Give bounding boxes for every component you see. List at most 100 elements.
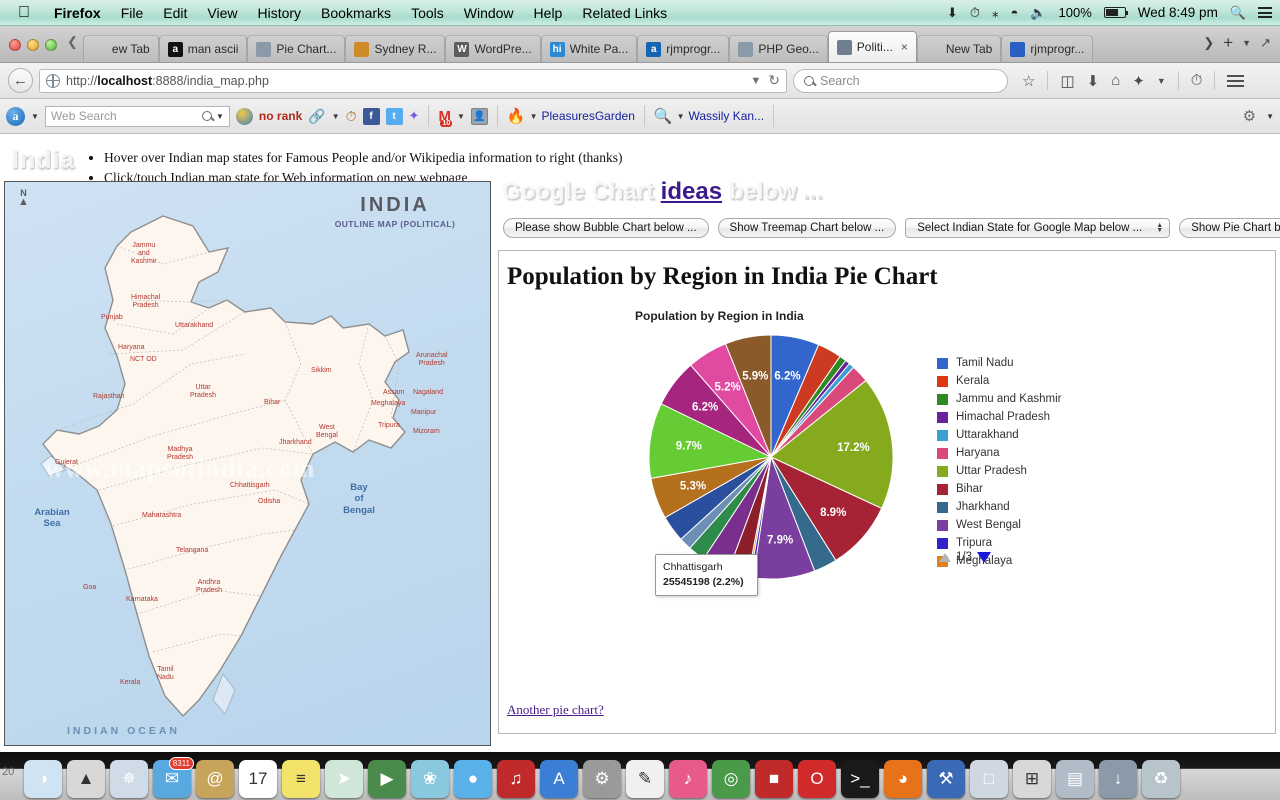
dock-icon-xcode[interactable]: ⚒ xyxy=(927,760,965,798)
browser-tab[interactable]: a rjmprogr... xyxy=(637,35,730,62)
menu-item-view[interactable]: View xyxy=(197,5,247,21)
spotlight-search-icon[interactable]: 🔍 xyxy=(1230,6,1246,19)
dock-icon-messages[interactable]: ● xyxy=(454,760,492,798)
browser-tab[interactable]: PHP Geo... xyxy=(729,35,828,62)
another-pie-chart-link[interactable]: Another pie chart? xyxy=(507,702,604,718)
wassily-chevron-down-icon[interactable]: ▼ xyxy=(677,112,685,121)
new-tab-button[interactable]: + xyxy=(1223,34,1233,51)
gear-icon[interactable]: ⚙ xyxy=(1243,107,1256,125)
volume-icon[interactable]: 🔈 xyxy=(1030,6,1046,19)
dock-icon-facetime[interactable]: ▶ xyxy=(368,760,406,798)
browser-tab[interactable]: Sydney R... xyxy=(345,35,446,62)
pie-chart-button[interactable]: Show Pie Chart below ... xyxy=(1179,218,1280,238)
download-icon[interactable]: ⬇ xyxy=(947,6,958,19)
dock-icon-trash[interactable]: ♻ xyxy=(1142,760,1180,798)
dock-icon-mail[interactable]: ✉ 8311 xyxy=(153,757,194,798)
downloads-icon[interactable]: ⬇ xyxy=(1087,72,1100,90)
pleasuresgarden-chevron-down-icon[interactable]: ▼ xyxy=(530,112,538,121)
fullscreen-icon[interactable]: ↗ xyxy=(1260,35,1271,51)
pocket-icon[interactable]: ✦ xyxy=(1132,72,1145,90)
dock-icon-photos[interactable]: ❀ xyxy=(411,760,449,798)
dock-icon-downloads-stack[interactable]: ↓ xyxy=(1099,760,1137,798)
gear-chevron-down-icon[interactable]: ▼ xyxy=(1266,112,1274,121)
minimize-window-button[interactable] xyxy=(27,39,39,51)
menu-item-edit[interactable]: Edit xyxy=(153,5,197,21)
browser-tab[interactable]: Pie Chart... xyxy=(247,35,346,62)
dock-icon-contacts[interactable]: @ xyxy=(196,760,234,798)
map-state-label[interactable]: Manipur xyxy=(411,409,436,417)
contacts-icon[interactable]: 👤 xyxy=(470,107,488,125)
dock-icon-safari[interactable]: ✵ xyxy=(110,760,148,798)
legend-item[interactable]: Himachal Pradesh xyxy=(937,408,1061,426)
url-bar[interactable]: http://localhost:8888/india_map.php ▼ ↻ xyxy=(39,68,787,93)
dock-icon-notes[interactable]: ≡ xyxy=(282,760,320,798)
dock-icon-launchpad[interactable]: ▲ xyxy=(67,760,105,798)
dock-icon-firefox[interactable]: ◕ xyxy=(884,760,922,798)
menu-item-bookmarks[interactable]: Bookmarks xyxy=(311,5,401,21)
tab-overflow-chevron-right-icon[interactable]: ❯ xyxy=(1203,35,1214,51)
legend-item[interactable]: West Bengal xyxy=(937,516,1061,534)
map-state-label[interactable]: Nagaland xyxy=(413,389,443,397)
map-state-label[interactable]: Tamil Nadu xyxy=(157,666,174,682)
menu-item-related-links[interactable]: Related Links xyxy=(572,5,677,21)
home-icon[interactable]: ⌂ xyxy=(1111,72,1120,89)
legend-item[interactable]: Kerala xyxy=(937,372,1061,390)
map-state-label[interactable]: Gujerat xyxy=(55,459,78,467)
map-state-label[interactable]: Bihar xyxy=(264,399,280,407)
sparkle-icon[interactable]: ✦ xyxy=(409,108,420,124)
dock-icon-opera[interactable]: O xyxy=(798,760,836,798)
map-state-label[interactable]: Uttar Pradesh xyxy=(190,384,216,400)
battery-icon[interactable] xyxy=(1103,7,1128,18)
map-state-label[interactable]: Andhra Pradesh xyxy=(196,579,222,595)
ideas-link[interactable]: ideas xyxy=(661,178,722,205)
map-state-label[interactable]: Rajasthan xyxy=(93,393,125,401)
dock-icon-calendar[interactable]: 17 xyxy=(239,760,277,798)
browser-tab[interactable]: ew Tab xyxy=(82,35,159,62)
map-state-label[interactable]: Jharkhand xyxy=(279,439,312,447)
map-state-label[interactable]: Maharashtra xyxy=(142,512,181,520)
apple-logo-icon[interactable]:  xyxy=(18,4,30,21)
reload-icon[interactable]: ↻ xyxy=(768,72,780,89)
search-input[interactable]: Search xyxy=(793,68,1008,93)
map-state-label[interactable]: Uttarakhand xyxy=(175,322,213,330)
dock-icon-preview[interactable]: □ xyxy=(970,760,1008,798)
dock-icon-music[interactable]: ♪ xyxy=(669,760,707,798)
map-state-label[interactable]: Chhattisgarh xyxy=(230,482,270,490)
web-search-chevron-down-icon[interactable]: ▼ xyxy=(216,112,224,121)
dock-icon-maps[interactable]: ➤ xyxy=(325,760,363,798)
dock-icon-utilities-folder[interactable]: ▤ xyxy=(1056,760,1094,798)
legend-item[interactable]: Bihar xyxy=(937,480,1061,498)
web-search-magnifier-icon[interactable] xyxy=(202,111,212,121)
alexa-icon[interactable]: a xyxy=(6,106,25,126)
map-state-label[interactable]: Goa xyxy=(83,584,96,592)
menu-hamburger-icon[interactable] xyxy=(1227,72,1245,90)
map-state-label[interactable]: Odisha xyxy=(258,498,280,506)
legend-item[interactable]: Haryana xyxy=(937,444,1061,462)
menu-item-tools[interactable]: Tools xyxy=(401,5,454,21)
bluetooth-icon[interactable]: ⁎ xyxy=(992,6,999,19)
dock-icon-terminal[interactable]: >_ xyxy=(841,760,879,798)
map-state-label[interactable]: Himachal Pradesh xyxy=(131,294,160,310)
time-machine-icon[interactable]: ⏱ xyxy=(970,6,980,19)
map-state-label[interactable]: Assam xyxy=(383,389,404,397)
google-pie-chart[interactable]: Population by Region in India 6.2% 17.2% 8… xyxy=(507,309,1127,609)
bookmark-pleasuresgarden[interactable]: 🔥 ▼ PleasuresGarden xyxy=(507,109,635,124)
link-chain-icon[interactable]: 🔗 xyxy=(308,108,325,125)
map-state-label[interactable]: Sikkim xyxy=(311,367,332,375)
reading-list-icon[interactable]: ◫ xyxy=(1060,72,1074,90)
zoom-window-button[interactable] xyxy=(45,39,57,51)
gmail-icon[interactable]: M 10 xyxy=(438,108,453,127)
bubble-chart-button[interactable]: Please show Bubble Chart below ... xyxy=(503,218,709,238)
menu-item-window[interactable]: Window xyxy=(454,5,524,21)
map-state-label[interactable]: Jammu and Kashmir xyxy=(131,242,157,265)
dock-icon-calculator[interactable]: ⊞ xyxy=(1013,760,1051,798)
map-state-label[interactable]: NCT OD xyxy=(130,356,157,364)
legend-item[interactable]: Jammu and Kashmir xyxy=(937,390,1061,408)
pie-graphic[interactable]: 6.2% 17.2% 8.9% 7.9% 5.3% 9.7% 6.2% 5.2% 5.9% xyxy=(645,331,897,583)
triangle-up-icon[interactable] xyxy=(939,552,951,562)
dock-icon-app-store[interactable]: A xyxy=(540,760,578,798)
menu-item-help[interactable]: Help xyxy=(524,5,573,21)
indian-state-select[interactable]: Select Indian State for Google Map below… xyxy=(905,218,1171,238)
map-state-label[interactable]: Tripura xyxy=(378,422,400,430)
facebook-icon[interactable]: f xyxy=(362,107,380,125)
